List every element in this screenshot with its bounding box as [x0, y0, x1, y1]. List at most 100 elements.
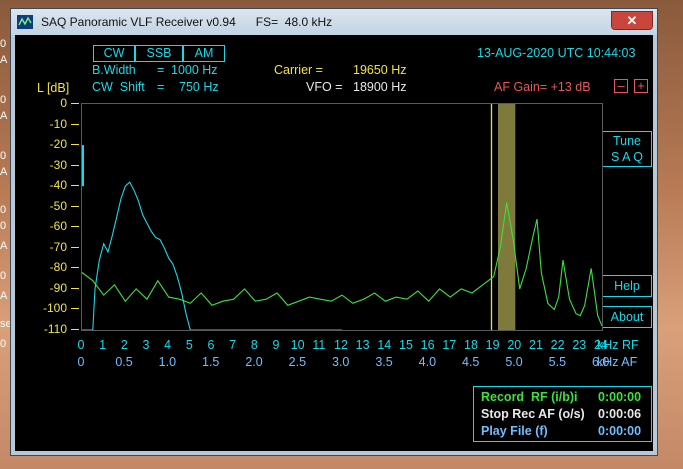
y-tick-mark [71, 123, 79, 125]
y-tick-mark [71, 246, 79, 248]
recording-panel: Record RF (i/b)i 0:00:00 Stop Rec AF (o/… [473, 386, 652, 442]
app-icon [17, 15, 33, 29]
play-file-button[interactable]: Play File (f) [481, 424, 548, 438]
x-tick-rf-label: 18 [464, 338, 478, 352]
af-gain-label: AF Gain= +13 dB [494, 80, 591, 94]
x-axis-af-unit: kHz AF [597, 355, 638, 369]
datetime-display: 13-AUG-2020 UTC 10:44:03 [477, 46, 636, 60]
stop-rec-af-time: 0:00:06 [598, 407, 642, 421]
y-tick-mark [71, 329, 79, 330]
y-tick-label: 0 [60, 96, 67, 110]
x-tick-rf-label: 10 [290, 338, 305, 352]
x-tick-rf-label: 13 [355, 338, 370, 352]
y-tick-mark [71, 205, 79, 207]
y-tick-label: -20 [49, 137, 67, 152]
bandwidth-label: B.Width [92, 63, 136, 77]
desktop-label: A [0, 110, 8, 122]
x-tick-rf-label: 5 [185, 338, 193, 352]
y-tick-label: -80 [49, 260, 67, 275]
help-button[interactable]: Help [602, 275, 652, 297]
about-button[interactable]: About [602, 306, 652, 328]
x-tick-af-label: 1.0 [158, 355, 177, 369]
y-tick-mark [71, 226, 79, 228]
mode-am-button[interactable]: AM [183, 45, 225, 62]
window-title: SAQ Panoramic VLF Receiver v0.94 FS= 48.… [41, 15, 333, 29]
x-tick-af-label: 0 [77, 355, 85, 369]
x-tick-af-label: 2.5 [288, 355, 307, 369]
y-tick-label: -50 [49, 198, 67, 213]
y-tick-label: -100 [42, 301, 67, 316]
x-tick-af-label: 3.0 [332, 355, 350, 369]
record-rf-time: 0:00:00 [598, 390, 642, 404]
y-tick-mark [71, 164, 79, 166]
record-rf-button[interactable]: Record RF (i/b)i [481, 390, 578, 404]
desktop-label: 0 [0, 220, 7, 232]
x-tick-rf-label: 2 [120, 338, 128, 352]
series-af-line [82, 181, 342, 330]
y-tick-label: -40 [49, 178, 67, 193]
y-tick-mark [71, 185, 79, 187]
tune-saq-button[interactable]: Tune S A Q [602, 131, 652, 167]
x-tick-rf-label: 3 [142, 338, 150, 352]
play-file-time: 0:00:00 [598, 424, 642, 438]
x-tick-rf-label: 23 [572, 338, 587, 352]
y-tick-mark [71, 287, 79, 289]
x-tick-rf-label: 7 [229, 338, 237, 352]
x-tick-rf-label: 6 [207, 338, 215, 352]
x-tick-af-label: 4.0 [418, 355, 437, 369]
y-tick-mark [71, 103, 79, 104]
y-tick-label: -90 [49, 280, 67, 295]
desktop-label: A [0, 240, 8, 252]
x-tick-rf-label: 12 [334, 338, 348, 352]
y-tick-label: -10 [49, 116, 67, 131]
y-tick-label: -30 [49, 157, 67, 172]
mode-cw-button[interactable]: CW [93, 45, 135, 62]
x-tick-rf-label: 17 [442, 338, 457, 352]
y-tick-mark [71, 308, 79, 310]
x-tick-rf-label: 21 [529, 338, 543, 352]
passband-band [498, 104, 516, 330]
title-bar[interactable]: SAQ Panoramic VLF Receiver v0.94 FS= 48.… [11, 9, 657, 35]
receiver-panel: CW SSB AM 13-AUG-2020 UTC 10:44:03 B.Wid… [15, 35, 653, 451]
bandwidth-value[interactable]: 1000 Hz [171, 63, 218, 77]
x-axis-rf-unit: kHz RF [597, 338, 639, 352]
x-tick-af-label: 5.5 [548, 355, 567, 369]
desktop-label: 0 [0, 150, 7, 162]
x-tick-af-label: 0.5 [115, 355, 133, 369]
y-tick-label: -70 [49, 239, 67, 254]
close-button[interactable]: ✕ [611, 11, 653, 30]
desktop-label: A [0, 290, 8, 302]
x-tick-rf-label: 4 [164, 338, 172, 352]
desktop-label: 0 [0, 338, 7, 350]
y-tick-label: -110 [43, 322, 67, 336]
cw-shift-value[interactable]: 750 Hz [179, 80, 219, 94]
vfo-label: VFO = [306, 80, 343, 94]
bandwidth-eq: = [157, 63, 165, 77]
mode-ssb-button[interactable]: SSB [135, 45, 183, 62]
x-tick-rf-label: 14 [377, 338, 392, 352]
x-tick-rf-label: 11 [312, 338, 326, 352]
x-tick-rf-label: 9 [272, 338, 280, 352]
cw-shift-eq: = [157, 80, 165, 94]
plus-icon: + [637, 78, 645, 93]
close-icon: ✕ [626, 13, 638, 28]
carrier-value[interactable]: 19650 Hz [353, 63, 407, 77]
x-tick-rf-label: 22 [550, 338, 565, 352]
af-gain-increase-button[interactable]: + [634, 79, 648, 93]
spectrum-plot[interactable] [81, 103, 603, 331]
y-axis-title: L [dB] [37, 81, 70, 95]
y-tick-mark [71, 144, 79, 146]
desktop-label: A [0, 54, 8, 66]
y-tick-label: -60 [49, 219, 67, 234]
series-rf-line [82, 202, 602, 327]
x-tick-rf-label: 16 [420, 338, 435, 352]
x-tick-af-label: 5.0 [505, 355, 523, 369]
x-tick-rf-label: 20 [507, 338, 522, 352]
cw-shift-label: CW Shift [92, 80, 145, 94]
af-gain-decrease-button[interactable]: – [614, 79, 628, 93]
x-tick-rf-label: 15 [399, 338, 413, 352]
desktop-label: 0 [0, 94, 7, 106]
x-tick-rf-label: 1 [99, 338, 107, 352]
vfo-value[interactable]: 18900 Hz [353, 80, 407, 94]
stop-rec-af-button[interactable]: Stop Rec AF (o/s) [481, 407, 585, 421]
